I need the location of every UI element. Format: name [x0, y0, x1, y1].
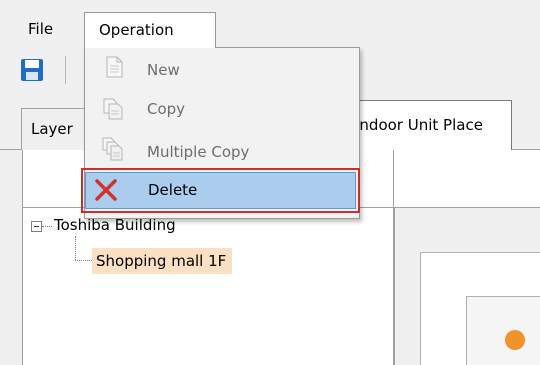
menu-item-copy[interactable]: Copy	[147, 96, 185, 122]
menu-file[interactable]: File	[19, 12, 62, 46]
menu-item-multiple-copy[interactable]: Multiple Copy	[147, 139, 249, 165]
menu-operation-label: Operation	[99, 21, 174, 39]
collapse-toggle-icon[interactable]	[31, 221, 42, 232]
menu-item-delete[interactable]	[85, 172, 356, 209]
tree-connector	[75, 260, 92, 261]
tree-connector	[42, 226, 52, 227]
toolbar-separator	[65, 56, 66, 84]
menu-operation[interactable]: Operation	[84, 12, 216, 48]
menu-item-delete-label: Delete	[148, 181, 198, 199]
tab-layer[interactable]: Layer	[21, 108, 91, 150]
tab-indoor-unit-place[interactable]: Indoor Unit Place	[340, 100, 512, 151]
floor-room	[466, 296, 540, 365]
menu-bar	[0, 0, 540, 46]
new-document-icon	[104, 56, 124, 78]
layout-panel-header	[394, 150, 540, 208]
copy-icon	[102, 98, 123, 120]
delete-x-icon	[93, 177, 119, 203]
tree-node-floor[interactable]: Shopping mall 1F	[92, 248, 233, 274]
indoor-unit-marker[interactable]	[505, 330, 525, 350]
save-icon[interactable]	[20, 58, 44, 82]
menu-item-new[interactable]: New	[147, 57, 180, 83]
tree-connector	[75, 236, 76, 260]
multiple-copy-icon	[101, 137, 123, 161]
